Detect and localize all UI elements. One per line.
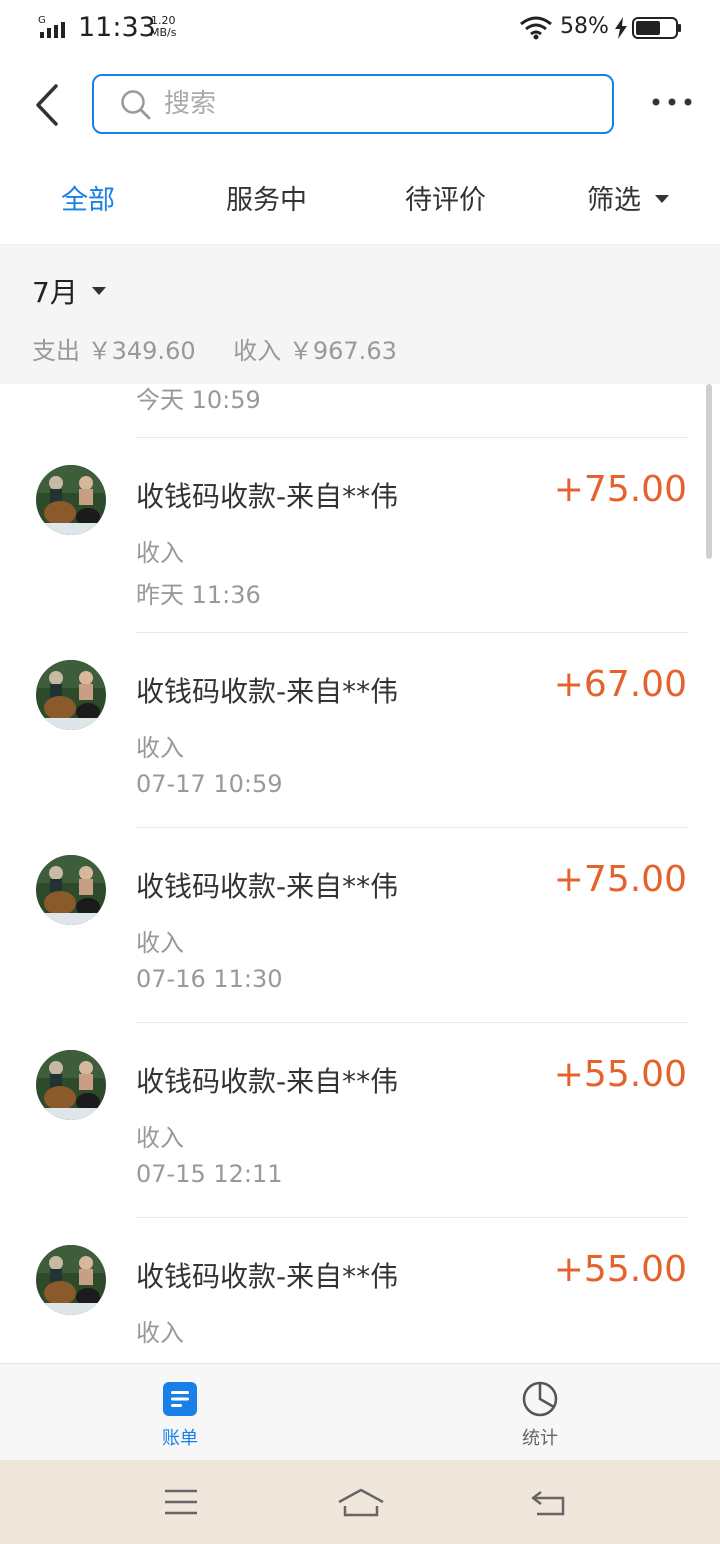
transaction-row[interactable]: 收钱码收款-来自**伟 收入 07-17 10:59 +67.00 (0, 633, 720, 828)
tab-filter-label: 筛选 (587, 185, 641, 216)
tab-filter[interactable]: 筛选 (587, 178, 669, 217)
transaction-type: 收入 (136, 1319, 184, 1347)
transaction-row[interactable]: 收钱码收款-来自**伟 收入 +55.00 (0, 1218, 720, 1363)
network-type: G (38, 15, 46, 26)
transaction-title: 收钱码收款-来自**伟 (136, 1065, 399, 1098)
transaction-title: 收钱码收款-来自**伟 (136, 870, 399, 903)
transaction-type: 收入 (136, 929, 184, 957)
transaction-row[interactable]: 收钱码收款-来自**伟 收入 07-15 12:11 +55.00 (0, 1023, 720, 1218)
nav-item-statistics[interactable]: 统计 (480, 1380, 600, 1450)
home-icon[interactable] (336, 1484, 386, 1520)
avatar (36, 465, 106, 535)
tab-all[interactable]: 全部 (61, 178, 115, 217)
transaction-time: 昨天 11:36 (136, 581, 261, 609)
transaction-time: 07-15 12:11 (136, 1160, 283, 1188)
transaction-amount: +55.00 (553, 1054, 687, 1095)
scrollbar[interactable] (706, 384, 712, 559)
transaction-title: 收钱码收款-来自**伟 (136, 675, 399, 708)
transaction-amount: +75.00 (553, 859, 687, 900)
more-options-icon[interactable] (650, 90, 694, 114)
income-total: 收入 ￥967.63 (233, 337, 397, 365)
wifi-icon (520, 16, 552, 40)
battery-percent: 58% (560, 14, 609, 39)
avatar (36, 1050, 106, 1120)
status-time: 11:33 (78, 12, 156, 43)
month-selector[interactable]: 7月 (32, 271, 106, 311)
avatar (36, 1245, 106, 1315)
transaction-title: 收钱码收款-来自**伟 (136, 480, 399, 513)
avatar (36, 855, 106, 925)
transaction-row[interactable]: 收钱码收款-来自**伟 收入 07-16 11:30 +75.00 (0, 828, 720, 1023)
menu-icon[interactable] (161, 1484, 201, 1520)
transaction-time: 07-17 10:59 (136, 770, 283, 798)
network-speed: 1.20 MB/s (150, 15, 176, 39)
bottom-nav: 账单 统计 (0, 1363, 720, 1460)
transaction-time: 07-16 11:30 (136, 965, 283, 993)
pie-chart-icon (522, 1381, 558, 1417)
transaction-list-inner: 收钱码收款-来自**伟 收入 今天 10:59 +49.00 收钱码收款-来自*… (0, 384, 720, 1363)
month-summary: 7月 支出 ￥349.60 收入 ￥967.63 (0, 245, 720, 384)
transaction-amount: +55.00 (553, 1249, 687, 1290)
transaction-amount: +75.00 (553, 469, 687, 510)
transaction-list[interactable]: 收钱码收款-来自**伟 收入 今天 10:59 +49.00 收钱码收款-来自*… (0, 384, 720, 1363)
search-box[interactable] (92, 74, 614, 134)
transaction-type: 收入 (136, 734, 184, 762)
network-speed-unit: MB/s (150, 26, 177, 39)
transaction-amount: +67.00 (553, 664, 687, 705)
transaction-row[interactable]: 收钱码收款-来自**伟 收入 昨天 11:36 +75.00 (0, 438, 720, 633)
nav-label-statistics: 统计 (522, 1428, 558, 1449)
back-nav-icon[interactable] (529, 1484, 569, 1520)
search-icon (121, 90, 151, 120)
transaction-type: 收入 (136, 539, 184, 567)
nav-item-bill[interactable]: 账单 (120, 1380, 240, 1450)
header (0, 58, 720, 150)
back-icon[interactable] (26, 78, 72, 132)
tab-to-review[interactable]: 待评价 (405, 178, 486, 217)
system-nav-bar (0, 1460, 720, 1544)
avatar (36, 660, 106, 730)
bill-icon (163, 1382, 197, 1416)
signal-icon: G (38, 15, 65, 38)
caret-down-icon (655, 194, 669, 203)
filter-tabs: 全部 服务中 待评价 筛选 (0, 150, 720, 245)
caret-down-icon (91, 287, 106, 295)
transaction-title: 收钱码收款-来自**伟 (136, 1260, 399, 1293)
transaction-time: 今天 10:59 (136, 386, 261, 414)
nav-label-bill: 账单 (162, 1428, 198, 1449)
tab-in-service[interactable]: 服务中 (226, 178, 307, 217)
month-totals: 支出 ￥349.60 收入 ￥967.63 (32, 331, 427, 366)
expense-total: 支出 ￥349.60 (32, 337, 196, 365)
status-bar: G 11:33 1.20 MB/s 58% (0, 0, 720, 58)
month-label: 7月 (32, 276, 78, 309)
transaction-type: 收入 (136, 1124, 184, 1152)
transaction-row[interactable]: 收钱码收款-来自**伟 收入 今天 10:59 +49.00 (0, 384, 720, 438)
charging-icon (615, 17, 627, 39)
search-input[interactable] (164, 76, 584, 132)
battery-icon (632, 17, 681, 39)
